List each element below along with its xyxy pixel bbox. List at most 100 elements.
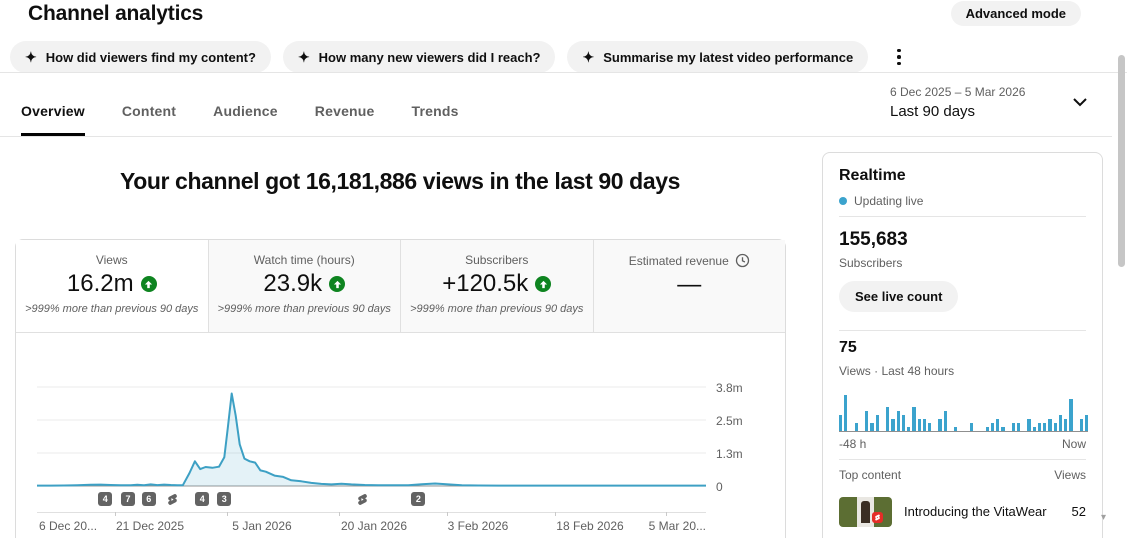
x-tick-label: 21 Dec 2025 [116, 519, 184, 533]
tab-audience[interactable]: Audience [213, 103, 278, 136]
realtime-bar [928, 423, 931, 431]
advanced-mode-button[interactable]: Advanced mode [951, 1, 1081, 26]
thumbnail-figure [861, 501, 870, 523]
realtime-bar [1027, 419, 1030, 431]
realtime-bar [891, 419, 894, 431]
realtime-bar [1043, 423, 1046, 431]
updating-live-status: Updating live [839, 194, 923, 208]
tab-trends[interactable]: Trends [412, 103, 459, 136]
video-publish-marker[interactable]: 4 [195, 492, 209, 506]
x-tick-label: 5 Mar 20... [649, 519, 706, 533]
x-tick-label: 20 Jan 2026 [341, 519, 407, 533]
scrollbar-thumb[interactable] [1118, 55, 1125, 267]
y-tick-label: 1.3m [716, 447, 776, 461]
sparkle-icon: ✦ [582, 50, 594, 64]
realtime-bar [839, 415, 842, 431]
realtime-bar [1048, 419, 1051, 431]
metric-estimated-revenue[interactable]: Estimated revenue — [593, 240, 786, 332]
realtime-bar [886, 407, 889, 431]
channel-analytics-page: Channel analytics Advanced mode ✦ How di… [0, 0, 1127, 538]
x-axis-tick [447, 512, 448, 516]
sparkle-icon: ✦ [298, 50, 310, 64]
clock-icon [735, 253, 750, 268]
realtime-bar [855, 423, 858, 431]
analytics-card: Views 16.2m >999% more than previous 90 … [15, 239, 786, 538]
top-content-views-header: Views [1054, 468, 1086, 482]
tab-revenue[interactable]: Revenue [315, 103, 375, 136]
top-content-label: Top content [839, 468, 901, 482]
tab-content[interactable]: Content [122, 103, 176, 136]
realtime-bar [996, 419, 999, 431]
chevron-down-icon[interactable] [1072, 97, 1088, 107]
metric-watch-time[interactable]: Watch time (hours) 23.9k >999% more than… [208, 240, 401, 332]
video-thumbnail[interactable] [839, 497, 892, 527]
date-range-text: 6 Dec 2025 – 5 Mar 2026 [890, 85, 1025, 99]
video-publish-marker[interactable]: 4 [98, 492, 112, 506]
metric-value: — [677, 271, 701, 299]
divider [839, 216, 1086, 217]
trend-up-icon [535, 276, 551, 292]
video-publish-marker[interactable]: 6 [142, 492, 156, 506]
realtime-bar [912, 407, 915, 431]
see-live-count-button[interactable]: See live count [839, 281, 958, 312]
x-axis-tick [666, 512, 667, 516]
date-range-picker[interactable]: 6 Dec 2025 – 5 Mar 2026 Last 90 days [890, 85, 1025, 120]
chip-label: How did viewers find my content? [46, 50, 256, 65]
realtime-bar [907, 427, 910, 431]
x-tick-label: 6 Dec 20... [39, 519, 97, 533]
realtime-bar [865, 411, 868, 431]
metric-views[interactable]: Views 16.2m >999% more than previous 90 … [16, 240, 208, 332]
metric-subscribers[interactable]: Subscribers +120.5k >999% more than prev… [400, 240, 593, 332]
metric-subtitle: >999% more than previous 90 days [16, 303, 208, 315]
x-axis-tick [555, 512, 556, 516]
realtime-bar [954, 427, 957, 431]
realtime-bar [844, 395, 847, 431]
y-tick-label: 0 [716, 480, 776, 494]
video-publish-marker[interactable]: 2 [411, 492, 425, 506]
sparkle-icon: ✦ [25, 50, 37, 64]
metric-value: +120.5k [442, 270, 528, 298]
views-line-chart [37, 377, 706, 493]
video-publish-marker[interactable]: 3 [217, 492, 231, 506]
tab-overview[interactable]: Overview [21, 103, 85, 136]
x-axis-tick [115, 512, 116, 516]
realtime-bar [876, 415, 879, 431]
divider [839, 330, 1086, 331]
realtime-bar [897, 411, 900, 431]
realtime-bar [902, 415, 905, 431]
trend-up-icon [329, 276, 345, 292]
top-content-item-title[interactable]: Introducing the VitaWear S... [904, 504, 1049, 519]
updating-live-label: Updating live [854, 194, 923, 208]
subscriber-count: 155,683 [839, 229, 908, 251]
x-axis-line [37, 512, 706, 513]
views-headline: Your channel got 16,181,886 views in the… [0, 168, 800, 195]
realtime-bar [970, 423, 973, 431]
x-tick-label: 18 Feb 2026 [556, 519, 623, 533]
range-end-label: Now [1062, 437, 1086, 451]
trend-up-icon [141, 276, 157, 292]
chip-label: Summarise my latest video performance [603, 50, 853, 65]
metric-tabs: Views 16.2m >999% more than previous 90 … [16, 240, 785, 333]
chip-summarise-performance[interactable]: ✦ Summarise my latest video performance [567, 41, 868, 73]
chip-label: How many new viewers did I reach? [319, 50, 541, 65]
more-options-icon[interactable] [888, 46, 910, 68]
ai-suggestion-chips: ✦ How did viewers find my content? ✦ How… [10, 41, 910, 73]
chip-new-viewers-reach[interactable]: ✦ How many new viewers did I reach? [283, 41, 556, 73]
realtime-card: Realtime Updating live 155,683 Subscribe… [822, 152, 1103, 538]
video-publish-marker[interactable]: 7 [121, 492, 135, 506]
x-tick-label: 3 Feb 2026 [448, 519, 509, 533]
x-tick-label: 5 Jan 2026 [232, 519, 291, 533]
realtime-bar [991, 423, 994, 431]
shorts-publish-marker[interactable] [356, 492, 370, 506]
shorts-publish-marker[interactable] [166, 492, 180, 506]
range-start-label: -48 h [839, 437, 866, 451]
shorts-badge-icon [872, 512, 883, 523]
page-title: Channel analytics [28, 2, 203, 26]
scroll-down-indicator: ▾ [1101, 512, 1106, 523]
views-48h-label: Views · Last 48 hours [839, 364, 954, 378]
metric-label: Watch time (hours) [209, 253, 401, 267]
subscribers-label: Subscribers [839, 256, 902, 270]
chip-how-did-viewers-find[interactable]: ✦ How did viewers find my content? [10, 41, 271, 73]
realtime-bar [1069, 399, 1072, 431]
realtime-bar [944, 411, 947, 431]
